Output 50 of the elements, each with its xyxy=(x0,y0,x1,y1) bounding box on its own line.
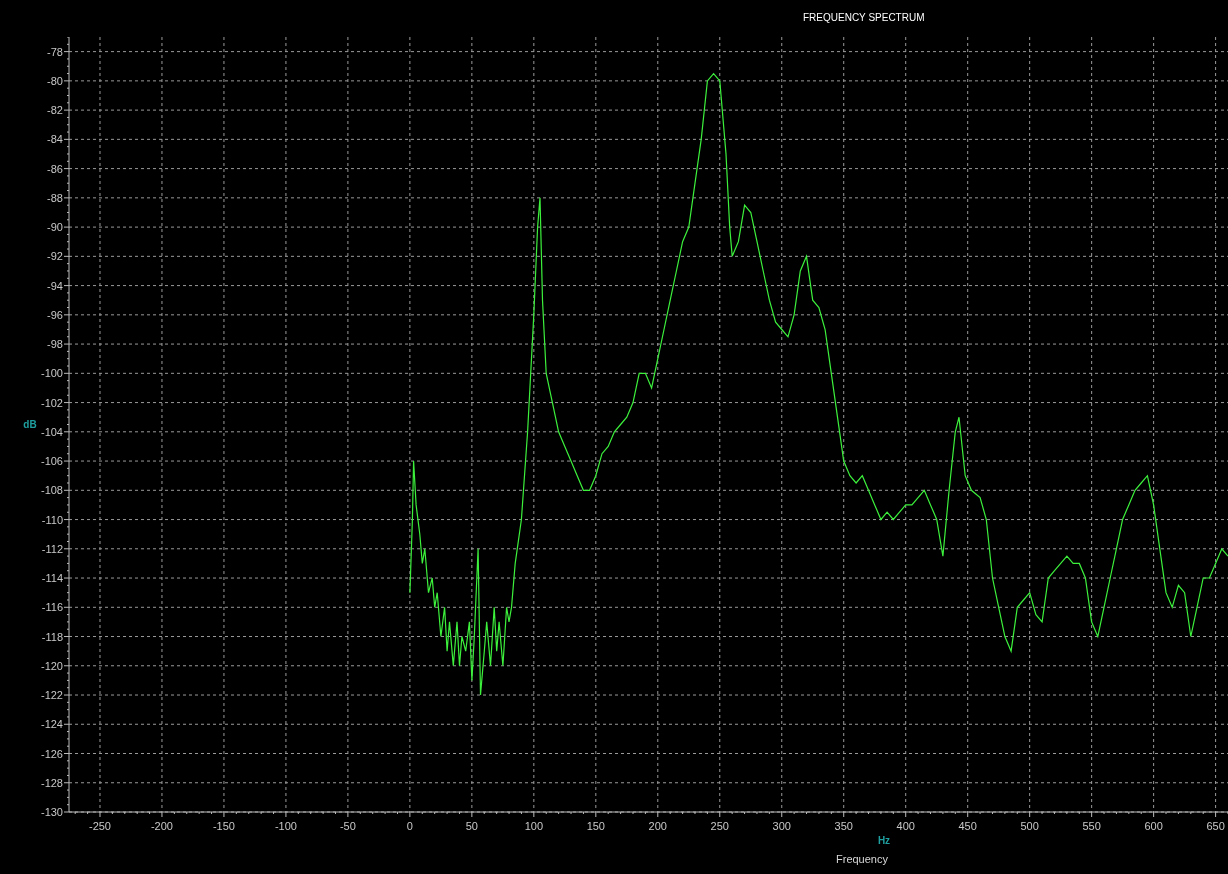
x-axis-unit: Hz xyxy=(877,835,891,846)
x-tick-label: 250 xyxy=(710,820,729,832)
y-tick-label: -118 xyxy=(41,630,63,643)
y-tick-label: -116 xyxy=(41,601,63,614)
y-tick-label: -94 xyxy=(47,279,63,292)
y-tick-label: -84 xyxy=(47,133,63,146)
x-axis-title: Frequency xyxy=(836,853,888,865)
y-tick-label: -110 xyxy=(41,513,63,526)
y-tick-label: -88 xyxy=(47,191,63,204)
y-tick-label: -124 xyxy=(40,718,63,731)
y-tick-label: -102 xyxy=(40,396,63,409)
y-tick-label: -86 xyxy=(47,162,63,175)
x-tick-label: -250 xyxy=(88,820,111,832)
x-tick-label: 400 xyxy=(896,820,915,832)
x-tick-label: -100 xyxy=(274,820,297,832)
y-tick-label: -126 xyxy=(40,747,63,760)
x-tick-label: 550 xyxy=(1082,820,1101,832)
x-tick-label: 100 xyxy=(524,820,543,832)
x-tick-label: 450 xyxy=(958,820,977,832)
x-tick-label: 600 xyxy=(1144,820,1163,832)
x-tick-label: 300 xyxy=(772,820,791,832)
y-tick-label: -112 xyxy=(41,542,63,555)
x-tick-label: 0 xyxy=(406,820,413,832)
y-tick-label: -128 xyxy=(40,776,63,789)
y-tick-label: -80 xyxy=(47,74,63,87)
y-tick-label: -78 xyxy=(47,45,63,58)
x-tick-label: 350 xyxy=(834,820,853,832)
y-tick-label: -90 xyxy=(47,221,63,234)
y-tick-label: -100 xyxy=(40,367,63,380)
x-tick-label: -200 xyxy=(150,820,173,832)
y-tick-label: -104 xyxy=(40,425,63,438)
y-tick-label: -114 xyxy=(41,572,63,585)
y-tick-label: -96 xyxy=(47,308,63,321)
x-tick-label: 200 xyxy=(648,820,667,832)
y-tick-label: -130 xyxy=(40,806,63,818)
x-tick-label: -150 xyxy=(212,820,235,832)
x-tick-label: 150 xyxy=(586,820,605,832)
x-tick-label: 500 xyxy=(1020,820,1039,832)
x-tick-label: -50 xyxy=(339,820,356,832)
y-axis-unit: dB xyxy=(23,418,37,430)
x-tick-label: 50 xyxy=(465,820,478,832)
chart-title: FREQUENCY SPECTRUM xyxy=(803,13,925,23)
y-tick-label: -106 xyxy=(40,455,63,468)
y-tick-label: -108 xyxy=(40,484,63,497)
x-tick-label: 650 xyxy=(1206,820,1225,832)
y-tick-label: -120 xyxy=(40,659,63,672)
y-tick-label: -98 xyxy=(47,338,63,351)
y-tick-label: -122 xyxy=(40,689,63,701)
y-tick-label: -82 xyxy=(47,104,63,117)
y-tick-label: -92 xyxy=(47,250,63,263)
